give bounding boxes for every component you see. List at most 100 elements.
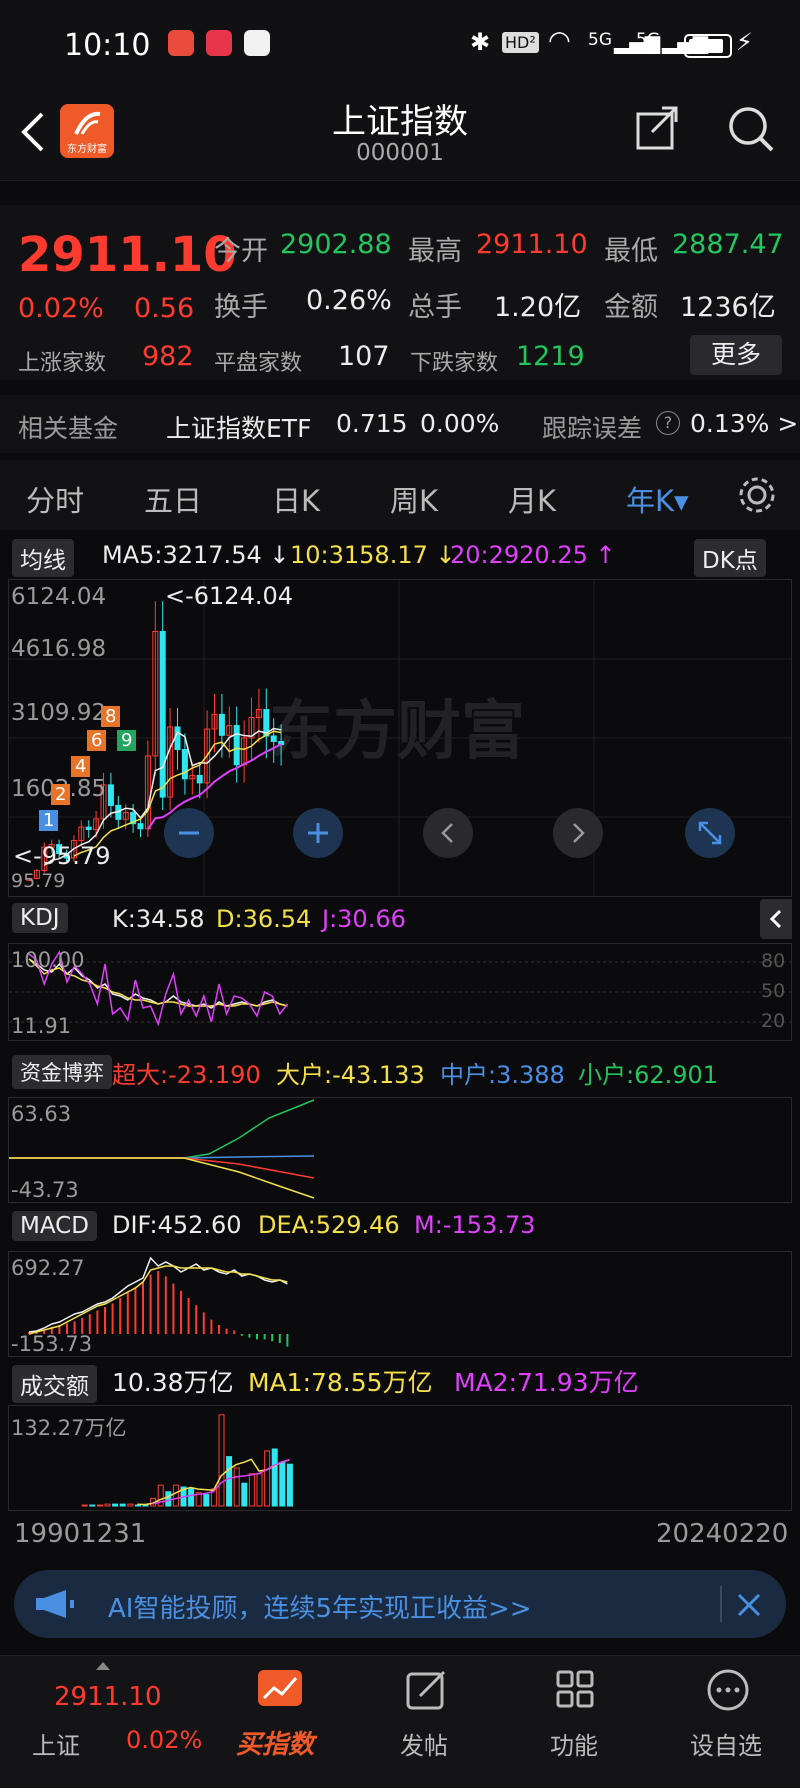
search-icon[interactable] [726, 104, 776, 154]
volume-bar [112, 1503, 119, 1507]
close-icon[interactable] [734, 1590, 764, 1620]
nav-item-add-watchlist[interactable]: 设自选 [670, 1656, 790, 1788]
kdj-indicator-button[interactable]: KDJ [12, 903, 68, 933]
collapse-panel-button[interactable] [760, 899, 792, 939]
tab-yearly-k[interactable]: 年K▾ [626, 478, 689, 520]
stock-code: 000001 [356, 140, 444, 166]
nav-index-pct: 0.02% [126, 1726, 203, 1754]
low-label: 最低 [604, 236, 658, 267]
more-button[interactable]: 更多 [690, 335, 782, 375]
kdj-level: 50 [761, 980, 786, 1002]
candle-body [196, 774, 203, 784]
kdj-y-top: 100.00 [11, 948, 85, 972]
zoom-in-button[interactable] [293, 808, 343, 858]
nav-item-post[interactable]: 发帖 [370, 1656, 480, 1788]
tracking-error-label: 跟踪误差 [542, 414, 643, 443]
macd-panel: 692.27 -153.73 [8, 1251, 792, 1357]
candle-body [233, 725, 240, 766]
volume-bar [188, 1488, 195, 1507]
vol-ma2: MA2:71.93万亿 [454, 1368, 639, 1397]
macd-indicator-button[interactable]: MACD [12, 1211, 97, 1241]
change-pct: 0.02% [18, 293, 104, 324]
page-title: 上证指数 [332, 102, 468, 142]
help-icon[interactable]: ? [656, 411, 680, 435]
ma-toggle-button[interactable]: 均线 [12, 539, 74, 577]
battery-icon [684, 34, 732, 58]
tab-five-day[interactable]: 五日 [144, 478, 202, 520]
money-flow-button[interactable]: 资金博弈 [12, 1055, 112, 1089]
nav-watch-label: 设自选 [690, 1732, 762, 1760]
td-sequence-badge: 9 [117, 730, 137, 751]
vol-ma1: MA1:78.55万亿 [248, 1368, 433, 1397]
vol-current: 10.38万亿 [112, 1368, 234, 1397]
ma20-readout: 20:2920.25 ↑ [450, 541, 616, 569]
divider [720, 1586, 722, 1622]
fullscreen-button[interactable] [685, 808, 735, 858]
turnover-indicator-button[interactable]: 成交额 [12, 1365, 97, 1403]
candle-body [137, 823, 144, 830]
scroll-left-button[interactable] [423, 808, 473, 858]
volume-bar [279, 1461, 286, 1507]
settings-gear-icon[interactable] [736, 474, 778, 516]
volume-bar [119, 1503, 126, 1507]
fund-name: 上证指数ETF [166, 414, 312, 443]
fund-price: 0.715 [336, 409, 408, 438]
charging-icon: ⚡ [736, 28, 753, 56]
dk-point-button[interactable]: DK点 [694, 539, 766, 577]
edit-icon [406, 1670, 446, 1710]
volume-bar [286, 1463, 293, 1507]
zoom-out-button[interactable] [164, 808, 214, 858]
volume-bar [127, 1503, 134, 1507]
candle-body [85, 826, 92, 830]
nav-post-label: 发帖 [400, 1732, 448, 1760]
flow-y-bottom: -43.73 [11, 1178, 79, 1202]
volume-bar [81, 1504, 88, 1507]
nav-item-functions[interactable]: 功能 [520, 1656, 630, 1788]
volume-bar [226, 1456, 233, 1507]
app-notification-icon [206, 30, 232, 56]
kdj-d: D:36.54 [216, 905, 312, 933]
hd-badge: HD² [502, 32, 539, 53]
turnover-label: 换手 [214, 292, 268, 323]
money-flow-panel: 63.63 -43.73 [8, 1097, 792, 1203]
status-bar: 10:10 ✱ HD² ◠ 5G ▂▄▆ 5G ▂▄▆ ⚡ [0, 0, 800, 90]
high-value: 2911.10 [476, 229, 588, 260]
bottom-nav: 2911.10 上证 0.02% 买指数 发帖 功能 设自选 [0, 1655, 800, 1788]
tracking-error-value: 0.13% > [690, 409, 799, 438]
candle-body [174, 726, 181, 751]
volume-bar [165, 1491, 172, 1507]
expand-icon [698, 821, 722, 845]
fund-label: 相关基金 [18, 414, 119, 443]
flow-mid: 中户:3.388 [440, 1061, 565, 1089]
tab-daily-k[interactable]: 日K [272, 478, 320, 520]
scroll-right-button[interactable] [553, 808, 603, 858]
nav-item-index[interactable]: 2911.10 上证 0.02% [0, 1656, 202, 1788]
flow-super: 超大:-23.190 [112, 1061, 261, 1089]
date-start: 19901231 [14, 1519, 147, 1549]
more-dots-icon [707, 1669, 749, 1711]
tab-monthly-k[interactable]: 月K [508, 478, 556, 520]
volume-bar [256, 1473, 263, 1507]
flat-count-label: 平盘家数 [214, 351, 303, 376]
related-fund-row[interactable]: 相关基金 上证指数ETF 0.715 0.00% 跟踪误差 ? 0.13% > [0, 395, 800, 453]
volume-bar [248, 1473, 255, 1507]
app-notification-icon [168, 30, 194, 56]
minus-icon [179, 831, 199, 835]
volume-value: 1.20亿 [494, 292, 582, 323]
ad-banner[interactable]: AI智能投顾，连续5年实现正收益>> [14, 1570, 786, 1638]
amount-value: 1236亿 [680, 292, 776, 323]
kline-panel[interactable]: 东方财富 6124.04 4616.98 3109.92 1602.85 95.… [8, 579, 792, 897]
kdj-k: K:34.58 [112, 905, 205, 933]
macd-dif: DIF:452.60 [112, 1211, 242, 1239]
period-tabs: 分时 五日 日K 周K 月K 年K▾ [0, 460, 800, 530]
tab-weekly-k[interactable]: 周K [390, 478, 438, 520]
nav-item-buy-index[interactable]: 买指数 [220, 1656, 340, 1788]
megaphone-icon [36, 1590, 74, 1618]
ad-text: AI智能投顾，连续5年实现正收益>> [108, 1594, 532, 1624]
candle-body [218, 713, 225, 736]
y-axis-label: 3109.92 [11, 700, 107, 726]
volume-panel: 132.27万亿 [8, 1405, 792, 1511]
macd-y-top: 692.27 [11, 1256, 85, 1280]
share-icon[interactable] [634, 106, 680, 152]
tab-intraday[interactable]: 分时 [26, 478, 84, 520]
